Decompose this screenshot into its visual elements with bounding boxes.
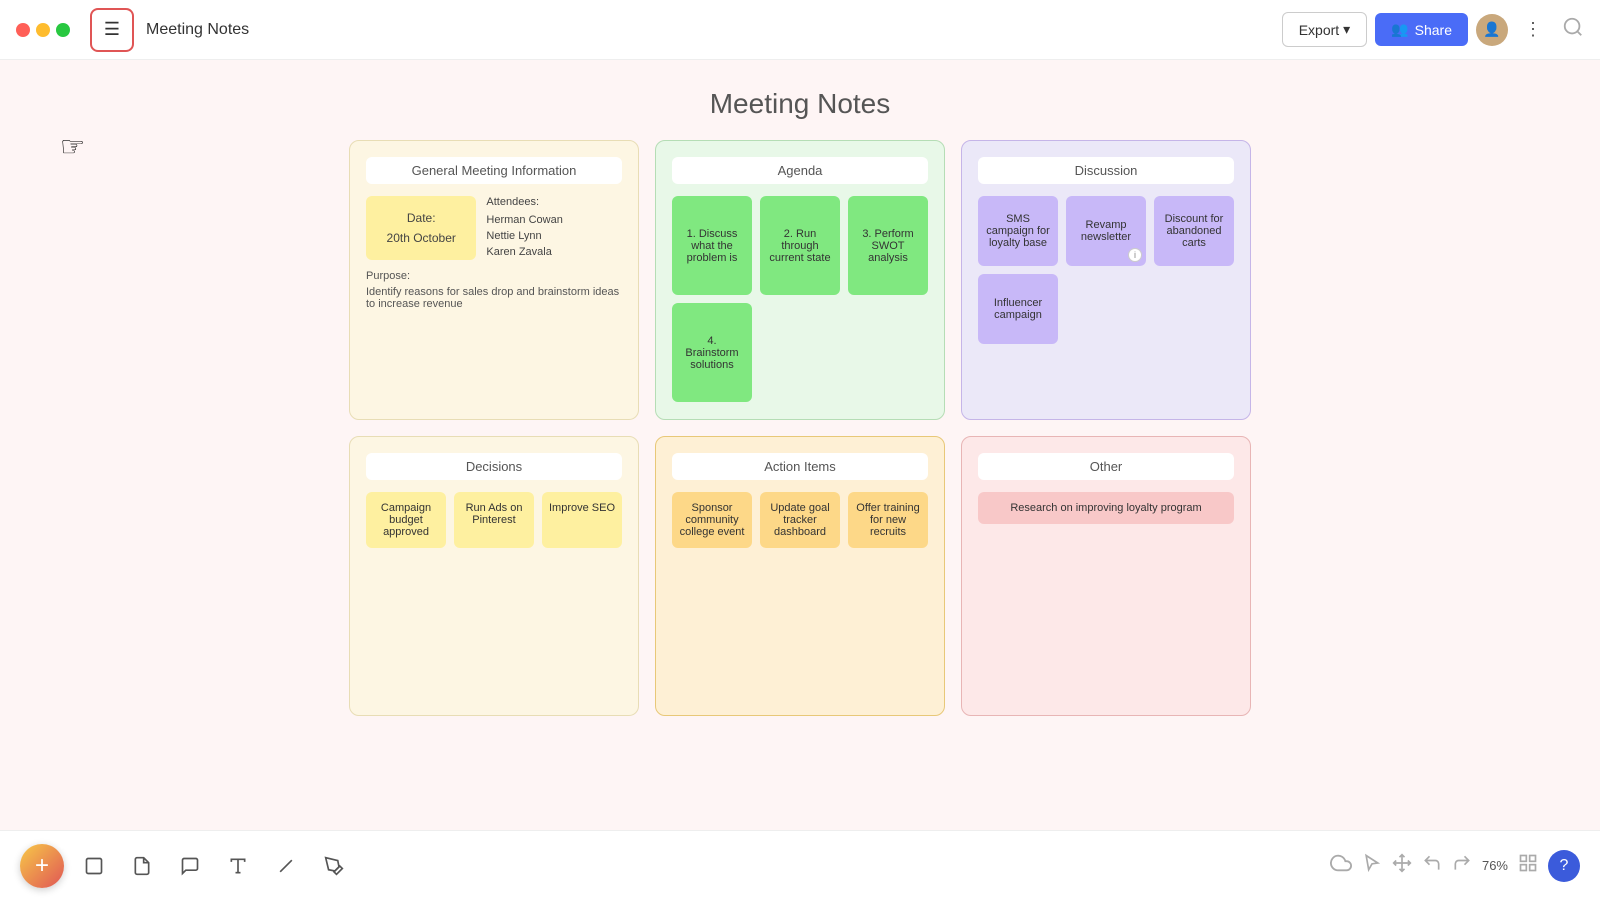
minimize-traffic-light[interactable] xyxy=(36,23,50,37)
boards-grid: General Meeting Information Date: 20th O… xyxy=(349,140,1251,716)
agenda-item-4: 4. Brainstorm solutions xyxy=(672,303,752,402)
canvas: Meeting Notes General Meeting Informatio… xyxy=(0,60,1600,830)
sticky-note-tool[interactable] xyxy=(124,848,160,884)
board-decisions-title: Decisions xyxy=(366,453,622,480)
rectangle-tool[interactable] xyxy=(76,848,112,884)
user-avatar[interactable]: 👤 xyxy=(1476,14,1508,46)
cloud-save-icon[interactable] xyxy=(1330,852,1352,879)
discussion-grid: SMS campaign for loyalty base Revamp new… xyxy=(978,196,1234,344)
board-general: General Meeting Information Date: 20th O… xyxy=(349,140,639,420)
cursor-icon[interactable] xyxy=(1362,853,1382,878)
decision-1: Campaign budget approved xyxy=(366,492,446,548)
speech-bubble-tool[interactable] xyxy=(172,848,208,884)
share-button[interactable]: 👥 Share xyxy=(1375,13,1468,46)
canvas-title: Meeting Notes xyxy=(710,88,891,120)
line-tool[interactable] xyxy=(268,848,304,884)
actions-row: Sponsor community college event Update g… xyxy=(672,492,928,548)
board-other: Other Research on improving loyalty prog… xyxy=(961,436,1251,716)
attendees-box: Attendees: Herman Cowan Nettie Lynn Kare… xyxy=(486,196,622,260)
decisions-row: Campaign budget approved Run Ads on Pint… xyxy=(366,492,622,548)
discussion-item-revamp: Revamp newsletter i xyxy=(1066,196,1146,266)
grid-icon[interactable] xyxy=(1518,853,1538,878)
agenda-item-3: 3. Perform SWOT analysis xyxy=(848,196,928,295)
purpose-box: Purpose: Identify reasons for sales drop… xyxy=(366,270,622,310)
board-general-title: General Meeting Information xyxy=(366,157,622,184)
purpose-label: Purpose: xyxy=(366,270,622,282)
info-icon: i xyxy=(1128,248,1142,262)
discussion-item-sms: SMS campaign for loyalty base xyxy=(978,196,1058,266)
document-title: Meeting Notes xyxy=(146,21,1270,39)
chevron-down-icon: ▾ xyxy=(1343,21,1350,38)
date-value: 20th October xyxy=(387,231,456,245)
redo-icon[interactable] xyxy=(1452,853,1472,878)
board-decisions: Decisions Campaign budget approved Run A… xyxy=(349,436,639,716)
board-agenda-title: Agenda xyxy=(672,157,928,184)
board-discussion-title: Discussion xyxy=(978,157,1234,184)
date-box: Date: 20th October xyxy=(366,196,476,260)
board-actions-title: Action Items xyxy=(672,453,928,480)
undo-icon[interactable] xyxy=(1422,853,1442,878)
traffic-lights xyxy=(16,23,70,37)
plus-icon: + xyxy=(35,852,49,880)
search-icon[interactable] xyxy=(1562,16,1584,43)
action-3: Offer training for new recruits xyxy=(848,492,928,548)
attendee-2: Nettie Lynn xyxy=(486,228,622,244)
agenda-item-1: 1. Discuss what the problem is xyxy=(672,196,752,295)
board-agenda: Agenda 1. Discuss what the problem is 2.… xyxy=(655,140,945,420)
board-discussion: Discussion SMS campaign for loyalty base… xyxy=(961,140,1251,420)
action-1: Sponsor community college event xyxy=(672,492,752,548)
other-row: Research on improving loyalty program xyxy=(978,492,1234,524)
decision-3: Improve SEO xyxy=(542,492,622,548)
text-tool[interactable] xyxy=(220,848,256,884)
decision-2: Run Ads on Pinterest xyxy=(454,492,534,548)
attendee-1: Herman Cowan xyxy=(486,212,622,228)
discussion-item-discount: Discount for abandoned carts xyxy=(1154,196,1234,266)
toolbar-right: 76% ? xyxy=(1330,850,1580,882)
share-icon: 👥 xyxy=(1391,21,1408,38)
fullscreen-traffic-light[interactable] xyxy=(56,23,70,37)
close-traffic-light[interactable] xyxy=(16,23,30,37)
board-actions: Action Items Sponsor community college e… xyxy=(655,436,945,716)
purpose-text: Identify reasons for sales drop and brai… xyxy=(366,286,622,310)
header-actions: Export ▾ 👥 Share 👤 ⋮ xyxy=(1282,12,1550,47)
discussion-item-influencer: Influencer campaign xyxy=(978,274,1058,344)
export-button[interactable]: Export ▾ xyxy=(1282,12,1368,47)
other-1: Research on improving loyalty program xyxy=(978,492,1234,524)
help-icon[interactable]: ? xyxy=(1548,850,1580,882)
attendees-label: Attendees: xyxy=(486,196,622,208)
general-body: Date: 20th October Attendees: Herman Cow… xyxy=(366,196,622,260)
more-options-button[interactable]: ⋮ xyxy=(1516,15,1550,44)
move-icon[interactable] xyxy=(1392,853,1412,878)
agenda-item-2: 2. Run through current state xyxy=(760,196,840,295)
fab-add-button[interactable]: + ✦ xyxy=(20,844,64,888)
zoom-level: 76% xyxy=(1482,858,1508,873)
sparkle-icon: ✦ xyxy=(58,842,66,853)
attendee-3: Karen Zavala xyxy=(486,244,622,260)
highlight-tool[interactable] xyxy=(316,848,352,884)
menu-button[interactable]: ☰ xyxy=(90,8,134,52)
date-label: Date: xyxy=(407,211,436,225)
action-2: Update goal tracker dashboard xyxy=(760,492,840,548)
toolbar: + ✦ xyxy=(0,830,1600,900)
title-bar: ☰ Meeting Notes Export ▾ 👥 Share 👤 ⋮ xyxy=(0,0,1600,60)
agenda-grid: 1. Discuss what the problem is 2. Run th… xyxy=(672,196,928,402)
board-other-title: Other xyxy=(978,453,1234,480)
